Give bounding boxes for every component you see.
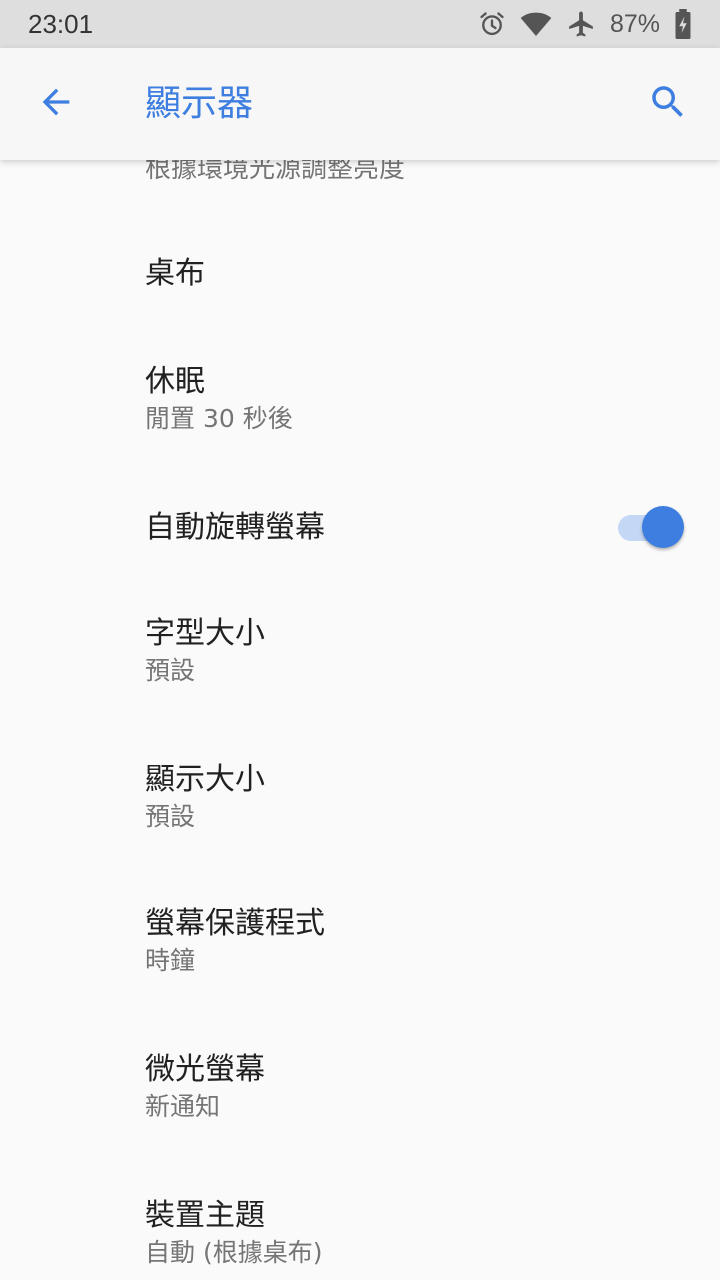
status-icons: 87% <box>478 9 692 39</box>
setting-adaptive-brightness[interactable]: 根據環境光源調整亮度 <box>0 160 720 186</box>
setting-title: 休眠 <box>145 364 205 399</box>
back-button[interactable] <box>24 78 88 130</box>
alarm-icon <box>478 10 506 38</box>
setting-device-theme[interactable]: 裝置主題 自動 (根據桌布) <box>0 1196 720 1270</box>
search-icon <box>647 81 689 127</box>
setting-font-size[interactable]: 字型大小 預設 <box>0 614 720 688</box>
page-title: 顯示器 <box>145 83 254 124</box>
arrow-left-icon <box>36 82 76 126</box>
search-button[interactable] <box>636 78 700 130</box>
setting-screensaver[interactable]: 螢幕保護程式 時鐘 <box>0 904 720 978</box>
setting-summary: 預設 <box>145 802 196 831</box>
auto-rotate-toggle[interactable] <box>618 506 684 550</box>
setting-auto-rotate[interactable]: 自動旋轉螢幕 <box>0 506 720 550</box>
setting-summary: 新通知 <box>145 1092 221 1121</box>
setting-title: 微光螢幕 <box>145 1052 265 1087</box>
setting-summary: 時鐘 <box>145 946 196 975</box>
airplane-icon <box>566 9 596 39</box>
setting-summary: 根據環境光源調整亮度 <box>145 160 406 184</box>
setting-title: 自動旋轉螢幕 <box>145 510 325 545</box>
setting-title: 裝置主題 <box>145 1198 265 1233</box>
setting-title: 顯示大小 <box>145 762 265 797</box>
battery-percent: 87% <box>609 9 660 38</box>
setting-summary: 預設 <box>145 656 196 685</box>
app-bar: 顯示器 <box>0 48 720 160</box>
status-time: 23:01 <box>28 8 94 39</box>
setting-title: 桌布 <box>145 256 205 291</box>
wifi-icon <box>520 10 552 38</box>
status-bar: 23:01 87% <box>0 0 720 48</box>
battery-charging-icon <box>674 9 692 39</box>
setting-ambient-display[interactable]: 微光螢幕 新通知 <box>0 1050 720 1124</box>
toggle-thumb <box>642 506 684 548</box>
setting-title: 字型大小 <box>145 616 265 651</box>
setting-display-size[interactable]: 顯示大小 預設 <box>0 760 720 834</box>
setting-sleep[interactable]: 休眠 閒置 30 秒後 <box>0 362 720 436</box>
setting-summary: 自動 (根據桌布) <box>145 1238 323 1267</box>
settings-list[interactable]: 根據環境光源調整亮度 桌布 休眠 閒置 30 秒後 自動旋轉螢幕 字型大小 預設… <box>0 160 720 1280</box>
setting-title: 螢幕保護程式 <box>145 906 325 941</box>
setting-summary: 閒置 30 秒後 <box>145 404 293 433</box>
setting-wallpaper[interactable]: 桌布 <box>0 254 720 294</box>
